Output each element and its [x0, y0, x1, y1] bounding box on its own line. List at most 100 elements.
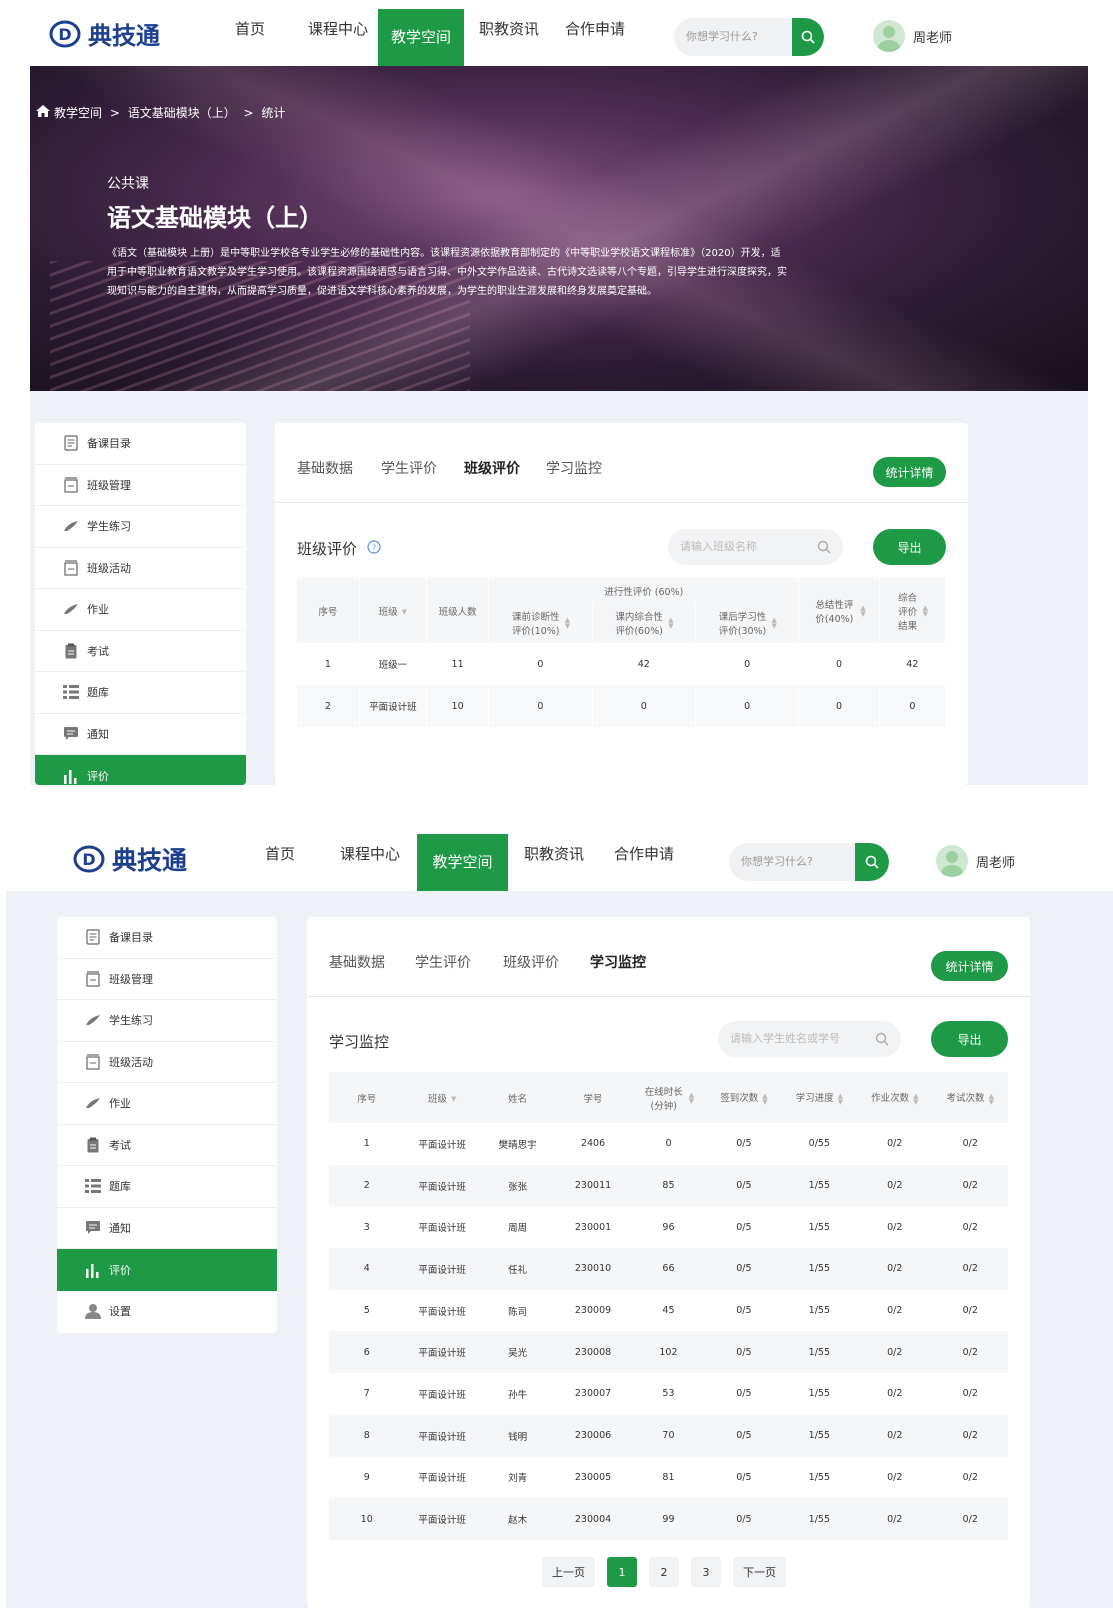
search-icon[interactable]	[855, 843, 889, 881]
next-page-button[interactable]: 下一页	[733, 1557, 786, 1587]
student-search-input[interactable]: 请输入学生姓名或学号	[730, 1021, 840, 1057]
cell: 平面设计班	[404, 1331, 480, 1374]
export-button[interactable]: 导出	[873, 529, 946, 565]
header-check-in[interactable]: 签到次数 ▲ ▼	[706, 1072, 782, 1123]
sort-icon[interactable]: ▲ ▼	[772, 617, 777, 630]
nav-item-home[interactable]: 首页	[220, 0, 280, 58]
breadcrumb-item[interactable]: 教学空间	[54, 104, 102, 121]
header-pre[interactable]: 课前诊断性评价(10%) ▲ ▼	[488, 603, 593, 643]
search-icon[interactable]	[817, 539, 831, 558]
sort-icon[interactable]: ▲ ▼	[860, 604, 865, 617]
header-after-label: 课后学习性评价(30%)	[718, 612, 767, 637]
header-after[interactable]: 课后学习性评价(30%) ▲ ▼	[695, 603, 800, 643]
header-class[interactable]: 班级 ▼	[359, 578, 427, 643]
sort-icon[interactable]: ▲ ▼	[838, 1092, 843, 1105]
tab-basic-data[interactable]: 基础数据	[329, 952, 385, 972]
nav-item-course-center[interactable]: 课程中心	[330, 826, 410, 883]
home-icon[interactable]	[36, 105, 50, 120]
nav-item-home[interactable]: 首页	[250, 826, 310, 883]
nav-item-teaching-space[interactable]: 教学空间	[417, 834, 508, 891]
stats-detail-button[interactable]: 统计详情	[931, 951, 1008, 981]
sidebar-item-notice[interactable]: 通知	[57, 1208, 277, 1249]
tab-class-evaluation[interactable]: 班级评价	[464, 458, 520, 478]
sort-icon[interactable]: ▲ ▼	[762, 1092, 767, 1105]
sidebar-item-settings[interactable]: 设置	[57, 1291, 277, 1333]
logo[interactable]: D 典技通	[72, 841, 187, 877]
header-progress[interactable]: 学习进度 ▲ ▼	[781, 1072, 858, 1123]
search-icon[interactable]	[875, 1031, 889, 1050]
header-class[interactable]: 班级 ▼	[404, 1072, 480, 1123]
sidebar-item-lesson-catalog[interactable]: 备课目录	[35, 423, 246, 465]
sidebar-item-exam[interactable]: 考试	[57, 1125, 277, 1166]
sort-icon[interactable]: ▲ ▼	[689, 1091, 694, 1104]
nav-item-teaching-space[interactable]: 教学空间	[378, 9, 464, 66]
filter-icon[interactable]: ▼	[451, 1096, 456, 1103]
nav-item-vocational-news[interactable]: 职教资讯	[518, 826, 590, 883]
tab-learning-monitor[interactable]: 学习监控	[590, 952, 646, 972]
header-homework-count[interactable]: 作业次数 ▲ ▼	[857, 1072, 933, 1123]
tab-student-evaluation[interactable]: 学生评价	[415, 952, 471, 972]
top-search-input[interactable]: 你想学习什么?	[741, 843, 813, 881]
class-search-box[interactable]: 请输入班级名称	[668, 529, 843, 565]
nav-item-vocational-news[interactable]: 职教资讯	[474, 0, 544, 58]
sort-icon[interactable]: ▲ ▼	[989, 1092, 994, 1105]
stats-detail-button[interactable]: 统计详情	[873, 457, 946, 487]
logo[interactable]: D 典技通	[48, 16, 160, 51]
nav-item-course-center[interactable]: 课程中心	[298, 0, 378, 58]
sidebar-item-class-activity[interactable]: 班级活动	[57, 1042, 277, 1083]
filter-icon[interactable]: ▼	[402, 609, 407, 616]
tab-class-evaluation[interactable]: 班级评价	[503, 952, 559, 972]
sidebar-item-lesson-catalog[interactable]: 备课目录	[57, 917, 277, 959]
prev-page-button[interactable]: 上一页	[542, 1557, 595, 1587]
sidebar-item-class-management[interactable]: 班级管理	[35, 465, 246, 506]
sidebar-item-student-practice[interactable]: 学生练习	[57, 1000, 277, 1042]
sidebar-item-exam[interactable]: 考试	[35, 631, 246, 672]
tab-learning-monitor[interactable]: 学习监控	[546, 458, 602, 478]
page-button[interactable]: 1	[607, 1557, 637, 1587]
cell: 230011	[555, 1164, 631, 1207]
sidebar-item-evaluation[interactable]: 评价	[57, 1249, 277, 1291]
header-exam-count[interactable]: 考试次数 ▲ ▼	[932, 1072, 1008, 1123]
class-search-input[interactable]: 请输入班级名称	[680, 529, 757, 565]
header-in[interactable]: 课内综合性评价(60%) ▲ ▼	[592, 603, 697, 643]
sidebar-item-student-practice[interactable]: 学生练习	[35, 506, 246, 548]
header-summary[interactable]: 总结性评价(40%) ▲ ▼	[798, 578, 880, 643]
breadcrumb-item[interactable]: 语文基础模块（上）	[128, 104, 236, 121]
cell: 9	[363, 1471, 370, 1483]
sidebar-item-homework[interactable]: 作业	[35, 589, 246, 631]
page-button[interactable]: 2	[649, 1557, 679, 1587]
sidebar-item-class-activity[interactable]: 班级活动	[35, 548, 246, 589]
nav-item-cooperation[interactable]: 合作申请	[560, 0, 630, 58]
cell: 2	[297, 685, 360, 727]
search-icon[interactable]	[792, 18, 824, 56]
export-button[interactable]: 导出	[931, 1021, 1008, 1057]
sort-icon[interactable]: ▲ ▼	[668, 617, 673, 630]
table-row: 5 平面设计班 陈司 230009 45 0/5 1/55 0/2 0/2	[329, 1290, 1008, 1332]
avatar[interactable]	[936, 845, 968, 877]
nav-item-cooperation[interactable]: 合作申请	[608, 826, 680, 883]
sidebar-item-homework[interactable]: 作业	[57, 1083, 277, 1125]
user-menu[interactable]: 周老师	[936, 845, 1015, 877]
tab-student-evaluation[interactable]: 学生评价	[381, 458, 437, 478]
sort-icon[interactable]: ▲ ▼	[923, 604, 928, 617]
sidebar-item-evaluation[interactable]: 评价	[35, 755, 246, 785]
top-search-input[interactable]: 你想学习什么?	[686, 18, 758, 56]
header-overall[interactable]: 综合评价结果 ▲ ▼	[879, 578, 947, 643]
help-icon[interactable]: ?	[367, 539, 381, 558]
sidebar-item-class-management[interactable]: 班级管理	[57, 959, 277, 1000]
cell: 99	[630, 1498, 707, 1540]
sort-icon[interactable]: ▲ ▼	[913, 1092, 918, 1105]
sidebar-item-notice[interactable]: 通知	[35, 714, 246, 755]
avatar[interactable]	[873, 20, 905, 52]
sidebar-item-question-bank[interactable]: 题库	[57, 1166, 277, 1208]
header-online-time[interactable]: 在线时长(分钟) ▲ ▼	[630, 1072, 707, 1123]
top-search-box[interactable]: 你想学习什么?	[729, 843, 889, 881]
sidebar-item-question-bank[interactable]: 题库	[35, 672, 246, 714]
top-search-box[interactable]: 你想学习什么?	[674, 18, 824, 56]
sort-icon[interactable]: ▲ ▼	[565, 617, 570, 630]
sidebar-item-label: 题库	[87, 686, 109, 700]
student-search-box[interactable]: 请输入学生姓名或学号	[718, 1021, 901, 1057]
user-menu[interactable]: 周老师	[873, 20, 952, 52]
page-button[interactable]: 3	[691, 1557, 721, 1587]
tab-basic-data[interactable]: 基础数据	[297, 458, 353, 478]
